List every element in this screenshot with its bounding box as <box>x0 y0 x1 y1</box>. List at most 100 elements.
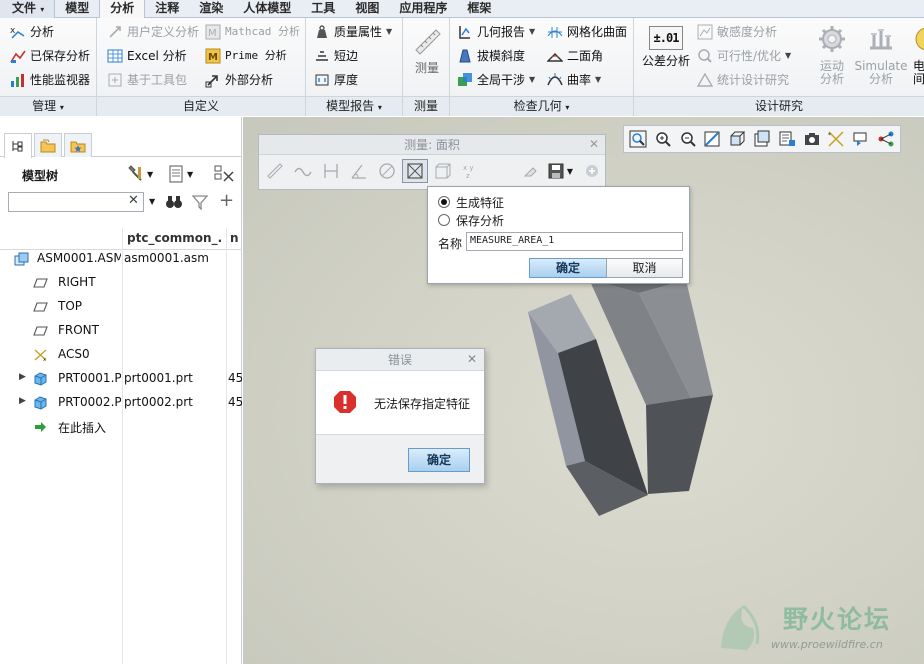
view-manager-button[interactable] <box>776 128 798 150</box>
filter-icon[interactable] <box>192 194 208 210</box>
spin-center-button[interactable] <box>875 128 897 150</box>
menu-manikin[interactable]: 人体模型 <box>233 0 301 18</box>
close-icon[interactable]: ✕ <box>467 352 477 366</box>
draft-button[interactable]: 拔模斜度 <box>457 45 525 67</box>
options-cancel-button[interactable]: 取消 <box>606 258 683 278</box>
tree-row[interactable]: 在此插入 <box>0 415 242 439</box>
performance-monitor-button[interactable]: 性能监视器 <box>10 69 90 91</box>
measure-transform-button[interactable]: x yz <box>458 159 484 183</box>
measure-expand-button[interactable] <box>579 159 605 183</box>
measure-summary-button[interactable] <box>262 159 288 183</box>
measure-save-button[interactable]: ▼ <box>543 159 577 183</box>
tab-folder-browser[interactable] <box>34 133 62 157</box>
group-label-manage[interactable]: 管理 ▾ <box>0 96 96 116</box>
tolerance-analysis-button[interactable]: ±.01 公差分析 <box>638 26 694 68</box>
datum-display-button[interactable]: * <box>826 128 848 150</box>
volume-icon <box>435 163 451 179</box>
measure-volume-button[interactable] <box>430 159 456 183</box>
measure-distance-button[interactable] <box>318 159 344 183</box>
measure-angle-button[interactable] <box>346 159 372 183</box>
feasibility-optimization-button[interactable]: 可行性/优化 ▼ <box>697 45 791 67</box>
tree-search-input[interactable] <box>8 192 144 212</box>
close-icon[interactable]: ✕ <box>589 137 599 151</box>
column-header-common-name[interactable]: ptc_common_... <box>127 231 223 245</box>
excel-analysis-button[interactable]: Excel 分析 <box>107 45 187 67</box>
curvature-button[interactable]: 曲率 ▼ <box>547 69 601 91</box>
saved-analysis-button[interactable]: 已保存分析 <box>10 45 90 67</box>
tree-settings-button[interactable]: ▼ <box>126 165 153 183</box>
tab-favorites[interactable] <box>64 133 92 157</box>
tree-row[interactable]: RIGHT <box>0 271 242 295</box>
menu-file[interactable]: 文件 ▾ <box>0 0 56 18</box>
menu-view[interactable]: 视图 <box>345 0 389 18</box>
dihedral-angle-button[interactable]: 二面角 <box>547 45 603 67</box>
zoom-in-button[interactable] <box>652 128 674 150</box>
chevron-down-icon[interactable]: ▼ <box>149 197 155 206</box>
global-interference-button[interactable]: 全局干涉 ▼ <box>457 69 535 91</box>
generate-feature-radio[interactable]: 生成特征 <box>438 193 504 211</box>
perspective-view-button[interactable] <box>801 128 823 150</box>
external-analysis-button[interactable]: 外部分析 <box>205 69 273 91</box>
menu-framework[interactable]: 框架 <box>457 0 501 18</box>
menu-render[interactable]: 渲染 <box>189 0 233 18</box>
tree-row[interactable]: FRONT <box>0 319 242 343</box>
annotation-display-button[interactable] <box>850 128 872 150</box>
refit-button[interactable] <box>627 128 649 150</box>
radio-indicator[interactable] <box>438 196 450 208</box>
thickness-button[interactable]: 厚度 <box>314 69 358 91</box>
menu-applications[interactable]: 应用程序 <box>389 0 457 18</box>
tree-row[interactable]: ASM0001.ASM asm0001.asm <box>0 247 242 271</box>
menu-annotate[interactable]: 注释 <box>145 0 189 18</box>
error-ok-button[interactable]: 确定 <box>408 448 470 472</box>
tree-filter-display-button[interactable] <box>214 165 234 186</box>
options-ok-button[interactable]: 确定 <box>529 258 607 278</box>
measure-length-button[interactable] <box>290 159 316 183</box>
user-defined-analysis-button[interactable]: 用户定义分析 <box>107 21 199 43</box>
sensitivity-analysis-button[interactable]: 敏感度分析 <box>697 21 777 43</box>
column-header-extra[interactable]: n <box>230 231 242 245</box>
measure-clear-button[interactable] <box>517 159 543 183</box>
simulate-analysis-button[interactable]: Simulate 分析 <box>854 24 908 86</box>
radio-indicator[interactable] <box>438 214 450 226</box>
menu-analysis[interactable]: 分析 <box>99 0 146 19</box>
save-analysis-radio[interactable]: 保存分析 <box>438 211 504 229</box>
watermark-logo <box>721 604 760 650</box>
geometry-report-button[interactable]: 几何报告 ▼ <box>457 21 535 43</box>
group-label-model-report[interactable]: 模型报告 ▾ <box>306 96 402 116</box>
tree-show-button[interactable]: ▼ <box>168 165 193 183</box>
prime-analysis-button[interactable]: M Prime 分析 <box>205 45 287 67</box>
tab-model-tree[interactable] <box>4 133 32 158</box>
electrical-button[interactable]: 电 间 <box>912 24 924 86</box>
repaint-button[interactable] <box>701 128 723 150</box>
mathcad-analysis-button[interactable]: M Mathcad 分析 <box>205 21 300 43</box>
zoom-out-button[interactable] <box>677 128 699 150</box>
expand-arrow-icon[interactable]: ▶ <box>19 396 26 406</box>
tree-row[interactable]: x ACS0 <box>0 343 242 367</box>
close-icon[interactable]: ✕ <box>128 193 139 208</box>
expand-arrow-icon[interactable]: ▶ <box>19 372 26 382</box>
statistical-design-study-button[interactable]: 统计设计研究 <box>697 69 789 91</box>
measure-button-label: 测量 <box>414 61 439 75</box>
analysis-button[interactable]: x 分析 <box>10 21 54 43</box>
measure-area-button[interactable] <box>402 159 428 183</box>
tree-row[interactable]: ▶ PRT0002.PRTprt0002.prt 45 <box>0 391 242 415</box>
menu-model[interactable]: 模型 <box>55 0 99 18</box>
group-label-inspect-geometry[interactable]: 检查几何 ▾ <box>450 96 633 116</box>
motion-analysis-button[interactable]: 运动 分析 <box>814 24 850 86</box>
tree-row[interactable]: TOP <box>0 295 242 319</box>
display-style-button[interactable] <box>726 128 748 150</box>
tree-row[interactable]: ▶ PRT0001.PRTprt0001.prt 45 <box>0 367 242 391</box>
short-edge-button[interactable]: 短边 <box>314 45 358 67</box>
measure-button[interactable]: 测量 <box>407 26 447 75</box>
add-icon[interactable]: + <box>219 190 234 211</box>
measure-diameter-button[interactable] <box>374 159 400 183</box>
toolkit-analysis-button[interactable]: 基于工具包 <box>107 69 187 91</box>
saved-orientations-button[interactable] <box>751 128 773 150</box>
feature-name-input[interactable]: MEASURE_AREA_1 <box>466 232 683 251</box>
menu-tools[interactable]: 工具 <box>301 0 345 18</box>
graphics-viewport[interactable]: * 测量: 面积 ✕ x yz ▼ 生成特征 保存分析 名称 MEASURE_A… <box>243 117 924 664</box>
part-prt0002-end[interactable] <box>646 395 713 494</box>
binoculars-icon[interactable] <box>165 193 183 211</box>
mesh-surface-button[interactable]: 网格化曲面 <box>547 21 627 43</box>
mass-properties-button[interactable]: 质量属性 ▼ <box>314 21 392 43</box>
